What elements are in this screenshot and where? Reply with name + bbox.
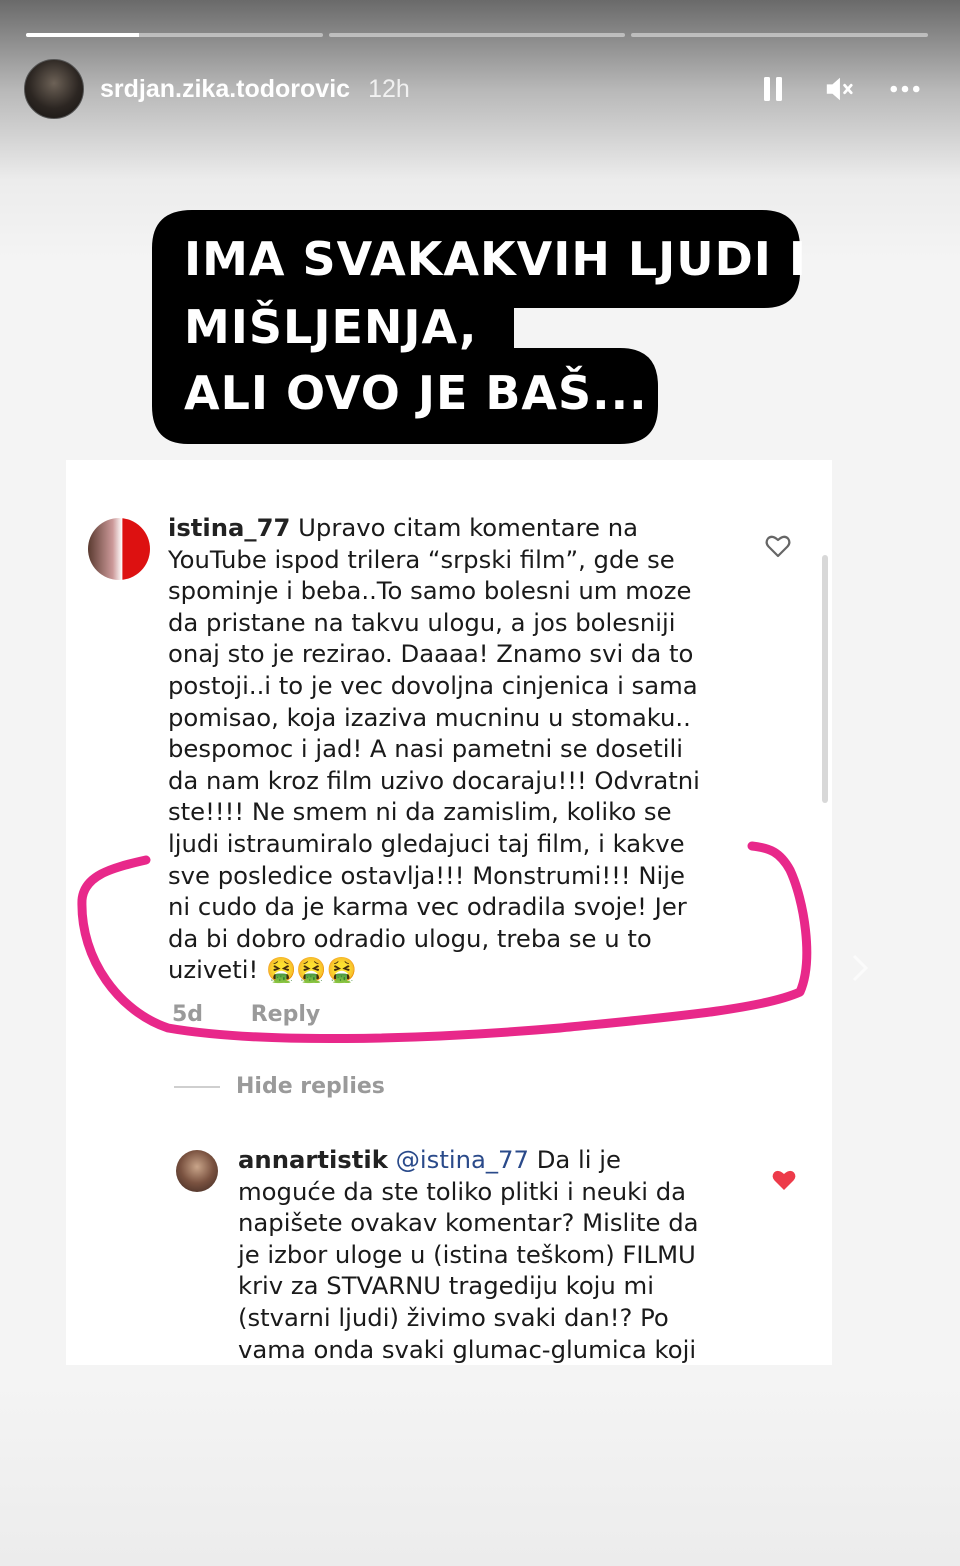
comment-line: moguće da ste toliko plitki i neuki da	[238, 1176, 687, 1206]
comment-line: vama onda svaki glumac-glumica koji	[238, 1334, 697, 1364]
divider	[174, 1085, 220, 1088]
heart-filled-icon[interactable]	[770, 1166, 798, 1194]
comment-line: pomisao, koja izaziva mucninu u stomaku.…	[168, 702, 691, 732]
comment-meta: 5d Reply	[172, 1002, 360, 1027]
progress-segment	[26, 33, 323, 37]
comment-line: ste!!!! Ne smem ni da zamislim, koliko s…	[168, 797, 672, 827]
comment-text: istina_77 Upravo citam komentare na YouT…	[168, 512, 738, 986]
comment-line: napišete ovakav komentar? Mislite da	[238, 1208, 699, 1238]
mention-link[interactable]: @istina_77	[396, 1145, 529, 1174]
comment-line: ljudi istraumiralo gledajuci taj film, i…	[168, 828, 685, 858]
comment-line: (stvarni ljudi) živimo svaki dan!? Po	[238, 1302, 669, 1332]
comment-line: da nam kroz film uzivo docaraju!!! Odvra…	[168, 765, 700, 795]
callout-line: IMA SVAKAKVIH LJUDI I	[184, 232, 808, 286]
comment-line: sve posledice ostavlja!!! Monstrumi!!! N…	[168, 860, 685, 890]
heart-outline-icon[interactable]	[764, 532, 792, 560]
comment-line: YouTube ispod trilera “srpski film”, gde…	[168, 544, 675, 574]
comment-line: uziveti! 🤮🤮🤮	[168, 955, 357, 985]
comment-line: da pristane na takvu ulogu, a jos bolesn…	[168, 607, 676, 637]
comment-line: Da li je	[536, 1145, 621, 1174]
mute-icon[interactable]	[824, 74, 854, 104]
comment-line: onaj sto je rezirao. Daaaa! Znamo svi da…	[168, 639, 694, 669]
progress-segment	[328, 33, 626, 37]
comment-line: kriv za STVARNU tragediju koju mi	[238, 1271, 654, 1301]
scrollbar[interactable]	[822, 555, 828, 803]
comment-line: postoji..i to je vec dovoljna cinjenica …	[168, 670, 698, 700]
story-header: srdjan.zika.todorovic 12h	[24, 59, 920, 119]
text-callout: IMA SVAKAKVIH LJUDI I MIŠLJENJA, ALI OVO…	[152, 210, 812, 450]
next-story-chevron-icon[interactable]	[848, 950, 872, 986]
comment-username[interactable]: istina_77	[168, 513, 290, 542]
reply-button[interactable]: Reply	[251, 1002, 321, 1027]
callout-line: ALI OVO JE BAŠ...	[184, 366, 648, 420]
avatar[interactable]	[88, 518, 150, 580]
comment-line: bespomoc i jad! A nasi pametni se doseti…	[168, 734, 684, 764]
reply-username[interactable]: annartistik	[238, 1145, 388, 1174]
story-view: srdjan.zika.todorovic 12h IMA SVAKAKVIH …	[0, 0, 960, 1566]
comment-line: Upravo citam komentare na	[298, 513, 639, 542]
comment-line: je izbor uloge u (istina teškom) FILMU	[238, 1239, 696, 1269]
story-username[interactable]: srdjan.zika.todorovic	[100, 75, 350, 104]
comment-screenshot: istina_77 Upravo citam komentare na YouT…	[66, 460, 832, 1365]
more-icon[interactable]	[890, 74, 920, 104]
avatar[interactable]	[176, 1150, 218, 1192]
hide-replies-label: Hide replies	[236, 1074, 385, 1099]
progress-segment	[631, 33, 929, 37]
story-time: 12h	[368, 74, 410, 103]
story-progress	[26, 33, 929, 37]
comment-line: spominje i beba..To samo bolesni um moze	[168, 576, 692, 606]
reply-text: annartistik @istina_77 Da li je moguće d…	[238, 1144, 738, 1365]
callout-line: MIŠLJENJA,	[184, 300, 478, 354]
comment-age: 5d	[172, 1002, 204, 1027]
comment-line: ni cudo da je karma vec odradila svoje! …	[168, 892, 687, 922]
pause-icon[interactable]	[758, 74, 788, 104]
comment-line: da bi dobro odradio ulogu, treba se u to	[168, 923, 652, 953]
avatar[interactable]	[24, 59, 84, 119]
hide-replies-button[interactable]: Hide replies	[174, 1074, 385, 1099]
